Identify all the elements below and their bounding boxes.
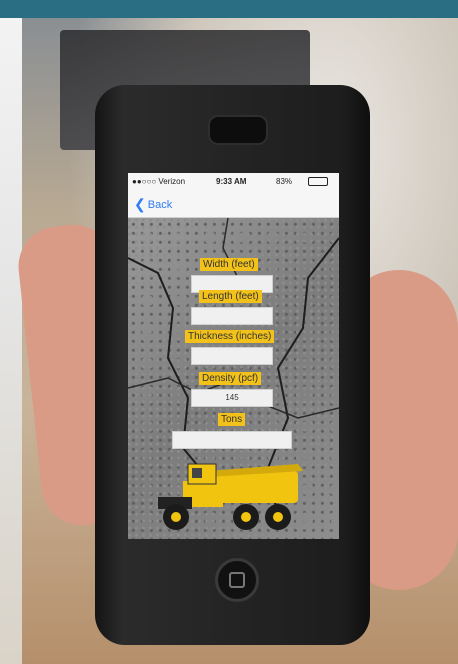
carrier-text: ●●○○○ Verizon: [132, 177, 186, 186]
length-input[interactable]: [191, 307, 273, 325]
width-label: Width (feet): [200, 258, 258, 271]
status-bar: ●●○○○ Verizon 9:33 AM 83%: [128, 173, 339, 189]
background-strip: [0, 0, 458, 18]
home-button-icon: [229, 572, 245, 588]
background-wall: [0, 18, 22, 664]
nav-bar: ❮ Back: [128, 189, 339, 218]
tons-label: Tons: [218, 413, 246, 426]
density-label: Density (pcf): [199, 372, 262, 385]
status-time: 9:33 AM: [216, 177, 247, 186]
battery-icon: [308, 177, 328, 186]
home-button[interactable]: [215, 558, 259, 602]
thickness-input[interactable]: [191, 347, 273, 365]
back-button[interactable]: ❮ Back: [134, 196, 172, 213]
battery-text: 83%: [276, 177, 293, 186]
length-label: Length (feet): [199, 290, 262, 303]
back-chevron-icon: ❮: [134, 196, 146, 212]
phone-speaker: [208, 115, 268, 145]
dump-truck-illustration: [158, 463, 303, 530]
tons-output: [172, 431, 292, 449]
thickness-label: Thickness (inches): [185, 330, 275, 343]
density-input[interactable]: 145: [191, 389, 273, 407]
phone-screen: ●●○○○ Verizon 9:33 AM 83% ❮ Back Width (f…: [128, 173, 339, 539]
back-label: Back: [147, 199, 173, 211]
